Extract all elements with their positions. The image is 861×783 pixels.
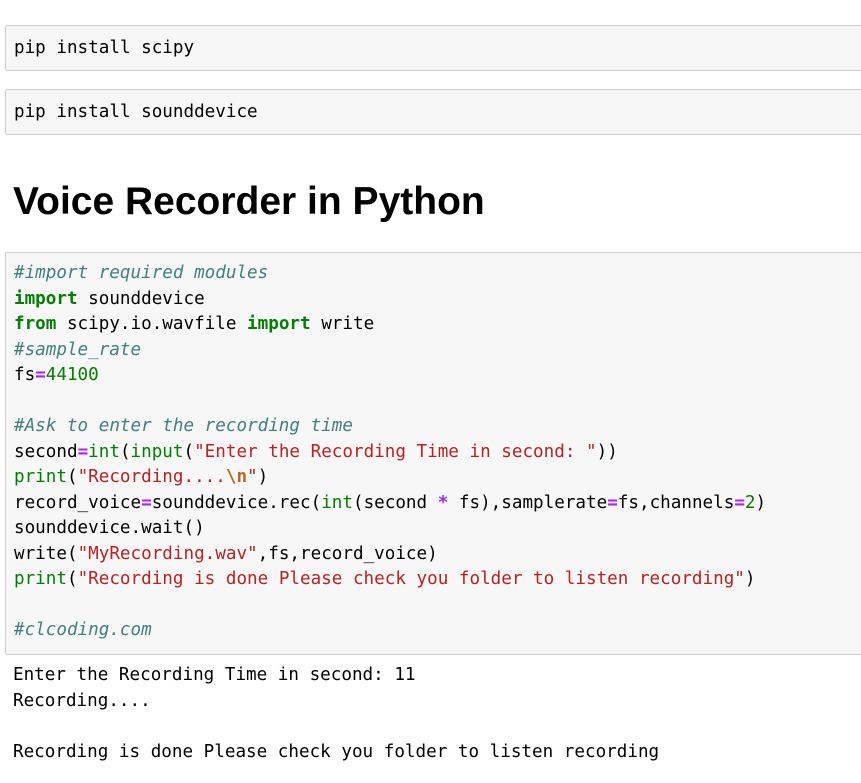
code-builtin: print (14, 569, 67, 589)
code-text: ,fs,record_voice) (257, 543, 438, 564)
code-operator: = (77, 441, 89, 462)
code-input[interactable]: pip install scipy (6, 26, 861, 62)
code-text: ( (66, 467, 78, 487)
code-builtin: int (88, 441, 120, 462)
code-builtin: int (321, 492, 353, 513)
code-text: pip install sounddevice (14, 102, 258, 122)
code-text: sounddevice.wait() (14, 518, 205, 538)
code-operator: = (607, 492, 618, 513)
code-string: "Recording is done Please check you fold… (77, 569, 745, 589)
code-text: second (14, 441, 78, 462)
code-builtin: print (14, 467, 67, 487)
code-text: ( (183, 441, 195, 462)
code-text: write (310, 314, 375, 334)
code-number: 2 (744, 492, 756, 513)
code-string: "Recording.... (77, 467, 226, 487)
code-text: fs),samplerate (448, 492, 608, 513)
code-input[interactable]: pip install sounddevice (6, 90, 861, 126)
code-text: )) (596, 441, 618, 462)
code-text: fs (14, 365, 36, 385)
code-operator: * (437, 492, 449, 513)
code-cell-pip-install-scipy[interactable]: pip install scipy (5, 25, 861, 71)
code-text: pip install scipy (14, 38, 195, 58)
code-comment: #import required modules (14, 263, 269, 283)
code-text: sounddevice.rec( (151, 492, 322, 513)
code-operator: = (35, 365, 46, 385)
code-text: ( (119, 441, 131, 462)
code-text: write( (14, 543, 78, 564)
code-cell-pip-install-sounddevice[interactable]: pip install sounddevice (5, 89, 861, 135)
code-comment: #sample_rate (14, 339, 142, 360)
code-text: scipy.io.wavfile (56, 314, 248, 334)
code-operator: = (141, 492, 152, 513)
code-keyword: from (14, 314, 57, 334)
code-keyword: import (247, 314, 311, 334)
code-string: "Enter the Recording Time in second: " (194, 441, 597, 462)
markdown-heading: Voice Recorder in Python (13, 180, 485, 223)
code-escape: \n (225, 467, 248, 487)
code-text: ) (257, 467, 269, 487)
code-string: "MyRecording.wav" (77, 543, 258, 564)
code-text: record_voice (14, 492, 142, 513)
cell-output: Enter the Recording Time in second: 11 R… (13, 663, 659, 765)
code-text: ) (755, 492, 767, 513)
code-comment: #clcoding.com (14, 620, 152, 640)
code-input[interactable]: #import required modules import sounddev… (6, 253, 861, 644)
code-comment: #Ask to enter the recording time (14, 416, 353, 436)
code-text: fs,channels (617, 492, 735, 513)
code-text: ( (352, 492, 364, 513)
code-text: sounddevice (77, 288, 205, 309)
code-operator: = (734, 492, 745, 513)
code-text: ( (66, 569, 78, 589)
code-text: second (363, 492, 438, 513)
output-line: Recording is done Please check you folde… (13, 741, 660, 762)
code-cell-voice-recorder[interactable]: #import required modules import sounddev… (5, 252, 861, 655)
output-line: Enter the Recording Time in second: 11 (13, 665, 416, 685)
code-number: 44100 (45, 365, 99, 385)
code-string: " (247, 467, 258, 487)
output-line: Recording.... (13, 690, 151, 711)
code-builtin: input (130, 441, 184, 462)
code-text: ) (744, 569, 756, 589)
code-keyword: import (14, 288, 78, 309)
